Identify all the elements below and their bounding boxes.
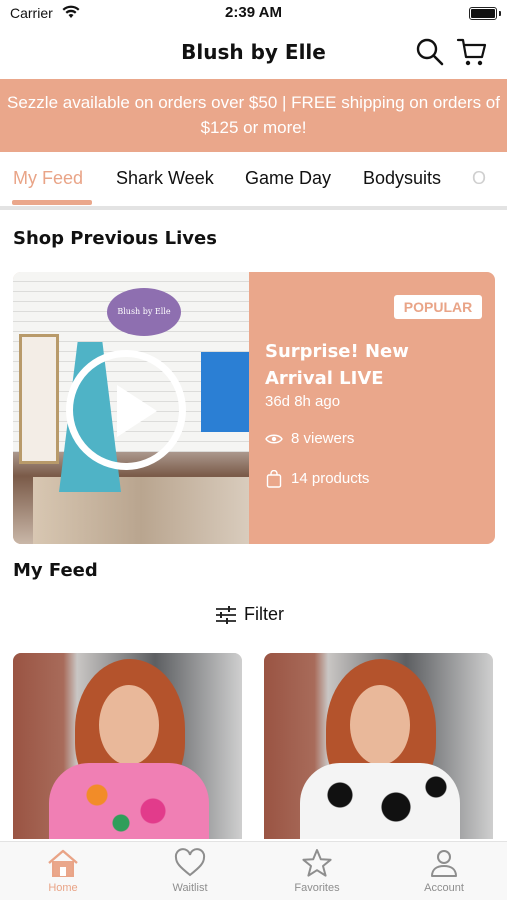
tabbar-favorites[interactable]: Favorites — [267, 848, 367, 894]
home-icon — [48, 849, 78, 877]
heart-icon — [174, 848, 206, 877]
live-title: Surprise! New Arrival LIVE — [265, 341, 409, 389]
viewers-row: 8 viewers — [265, 430, 354, 447]
live-thumbnail[interactable]: Blush by Elle — [13, 272, 249, 544]
tab-bodysuits[interactable]: Bodysuits — [363, 168, 441, 189]
status-bar: Carrier 2:39 AM — [0, 0, 507, 28]
filter-label: Filter — [244, 604, 284, 624]
tab-partial[interactable]: O — [472, 168, 486, 189]
viewers-count: 8 viewers — [291, 430, 355, 447]
popular-badge: POPULAR — [394, 295, 482, 319]
cart-icon[interactable] — [456, 36, 488, 68]
battery-icon — [469, 7, 501, 20]
previous-lives-heading: Shop Previous Lives — [13, 228, 217, 249]
tabbar-waitlist[interactable]: Waitlist — [140, 848, 240, 894]
tab-game-day[interactable]: Game Day — [245, 168, 331, 189]
feed-heading: My Feed — [13, 560, 98, 581]
category-tabs: My Feed Shark Week Game Day Bodysuits O — [0, 152, 507, 208]
bottom-tab-bar: Home Waitlist Favorites Account — [0, 841, 507, 900]
tabbar-account-label: Account — [424, 882, 464, 894]
product-card[interactable] — [13, 653, 242, 839]
sliders-icon — [216, 606, 236, 625]
active-tab-indicator — [12, 200, 92, 205]
tab-divider — [0, 206, 507, 210]
search-icon[interactable] — [415, 37, 445, 67]
tabbar-home[interactable]: Home — [13, 848, 113, 894]
filter-button[interactable]: Filter — [214, 604, 284, 634]
status-time: 2:39 AM — [225, 4, 282, 21]
promo-text: Sezzle available on orders over $50 | FR… — [7, 93, 500, 137]
eye-icon — [265, 434, 283, 444]
live-replay-card[interactable]: Blush by Elle POPULAR Surprise! New Arri… — [13, 272, 495, 544]
live-time-ago: 36d 8h ago — [265, 393, 341, 410]
product-card[interactable] — [264, 653, 493, 839]
store-sign: Blush by Elle — [107, 288, 181, 336]
tabbar-account[interactable]: Account — [394, 848, 494, 894]
tabbar-home-label: Home — [48, 882, 78, 894]
tabbar-favorites-label: Favorites — [294, 882, 340, 894]
tab-shark-week[interactable]: Shark Week — [116, 168, 214, 189]
promo-banner[interactable]: Sezzle available on orders over $50 | FR… — [0, 79, 507, 152]
tabbar-waitlist-label: Waitlist — [172, 882, 208, 894]
play-icon[interactable] — [66, 350, 186, 470]
products-count: 14 products — [291, 470, 370, 487]
tab-my-feed[interactable]: My Feed — [13, 168, 83, 189]
star-icon — [302, 849, 332, 877]
bag-icon — [266, 470, 282, 488]
person-icon — [431, 850, 457, 877]
app-header: Blush by Elle — [0, 28, 507, 78]
products-row: 14 products — [265, 470, 369, 488]
